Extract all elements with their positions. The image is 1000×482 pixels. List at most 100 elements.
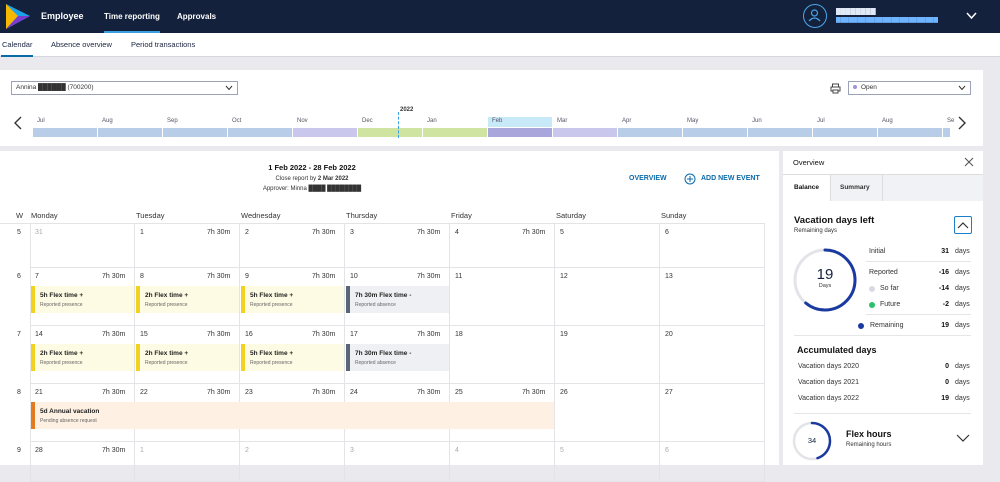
- calendar-day-cell[interactable]: [660, 224, 765, 268]
- timeline-month-label[interactable]: Sep: [167, 118, 178, 124]
- calendar-event[interactable]: 5h Flex time + Reported presence: [241, 286, 344, 313]
- user-menu-chevron-icon[interactable]: [966, 12, 977, 20]
- balance-row-unit: days: [955, 322, 970, 329]
- flex-hours-title: Flex hours: [846, 429, 892, 439]
- calendar-day-cell[interactable]: [660, 326, 765, 384]
- nav-approvals[interactable]: Approvals: [177, 0, 216, 33]
- timeline-month-label[interactable]: Aug: [102, 118, 113, 124]
- calendar-day-cell[interactable]: [450, 326, 555, 384]
- vacation-event[interactable]: 5d Annual vacation Pending absence reques…: [31, 402, 554, 429]
- calendar-day-cell[interactable]: [450, 442, 555, 482]
- timeline-month-bar[interactable]: [618, 128, 682, 137]
- timeline-month-bar[interactable]: [228, 128, 292, 137]
- close-icon[interactable]: [964, 157, 974, 167]
- calendar-day-cell[interactable]: [555, 224, 660, 268]
- calendar-event[interactable]: 7h 30m Flex time - Reported absence: [346, 344, 449, 371]
- timeline-month-label[interactable]: Jun: [752, 118, 762, 124]
- calendar-event[interactable]: 5h Flex time + Reported presence: [31, 286, 134, 313]
- timeline-month-bar[interactable]: [163, 128, 227, 137]
- add-new-event-button[interactable]: ADD NEW EVENT: [681, 172, 763, 186]
- tab-balance[interactable]: Balance: [783, 175, 831, 201]
- timeline-month-label[interactable]: Nov: [297, 118, 308, 124]
- calendar-day-cell[interactable]: [30, 224, 135, 268]
- timeline-month-bar[interactable]: [293, 128, 357, 137]
- chevron-down-icon: [225, 85, 233, 91]
- calendar-day-cell[interactable]: [345, 442, 450, 482]
- donut-unit: Days: [818, 283, 832, 289]
- expand-flex-chevron-icon[interactable]: [956, 434, 970, 443]
- timeline-month-bar[interactable]: [683, 128, 747, 137]
- timeline-month-bar[interactable]: [943, 128, 950, 137]
- timeline-month-bar[interactable]: [813, 128, 877, 137]
- calendar-day-cell[interactable]: [555, 384, 660, 442]
- timeline-month-label[interactable]: Feb: [492, 118, 502, 124]
- calendar-event[interactable]: 2h Flex time + Reported presence: [136, 286, 239, 313]
- calendar-day-cell[interactable]: [555, 326, 660, 384]
- event-status: Reported presence: [145, 360, 188, 366]
- app-title[interactable]: Employee: [41, 0, 84, 33]
- timeline-month-label[interactable]: May: [687, 118, 698, 124]
- tab-calendar[interactable]: Calendar: [1, 33, 34, 57]
- day-number: 5: [560, 229, 564, 236]
- calendar-day-cell[interactable]: [240, 442, 345, 482]
- nav-time-reporting[interactable]: Time reporting: [104, 0, 160, 33]
- calendar-day-cell[interactable]: [555, 442, 660, 482]
- event-status: Pending absence request: [40, 418, 97, 424]
- timeline-month-bar[interactable]: [33, 128, 97, 137]
- timeline-month-bar[interactable]: [358, 128, 422, 137]
- calendar-event[interactable]: 5h Flex time + Reported presence: [241, 344, 344, 371]
- timeline-month-label[interactable]: Jul: [817, 118, 825, 124]
- event-title: 2h Flex time +: [145, 292, 189, 299]
- timeline-month-label[interactable]: Apr: [622, 118, 631, 124]
- accumulated-row-label: Vacation days 2021: [798, 379, 859, 386]
- calendar-event[interactable]: 7h 30m Flex time - Reported absence: [346, 286, 449, 313]
- divider: [866, 314, 971, 315]
- calendar-event[interactable]: 2h Flex time + Reported presence: [136, 344, 239, 371]
- app-logo-icon: [6, 4, 30, 29]
- calendar-day-cell[interactable]: [660, 268, 765, 326]
- tab-absence-overview[interactable]: Absence overview: [51, 33, 112, 57]
- timeline-prev-icon[interactable]: [14, 116, 22, 130]
- timeline-month-bar[interactable]: [423, 128, 487, 137]
- timeline-month-label[interactable]: Dec: [362, 118, 373, 124]
- calendar-day-cell[interactable]: [135, 442, 240, 482]
- day-number: 13: [665, 273, 673, 280]
- event-title: 5h Flex time +: [250, 350, 294, 357]
- collapse-vacation-button[interactable]: [954, 216, 972, 234]
- timeline-month-label[interactable]: Jan: [427, 118, 437, 124]
- timeline-month-label[interactable]: Aug: [882, 118, 893, 124]
- timeline-month-bar[interactable]: [748, 128, 812, 137]
- tab-summary[interactable]: Summary: [831, 175, 883, 201]
- day-number: 7: [35, 273, 39, 280]
- timeline-month-bar[interactable]: [488, 128, 552, 137]
- plus-circle-icon: [684, 173, 696, 185]
- timeline-month-label[interactable]: Mar: [557, 118, 567, 124]
- calendar-day-cell[interactable]: [450, 268, 555, 326]
- scheduled-hours: 7h 30m: [102, 447, 126, 454]
- timeline-month-label[interactable]: Jul: [37, 118, 45, 124]
- calendar-day-cell[interactable]: [660, 384, 765, 442]
- calendar-event[interactable]: 2h Flex time + Reported presence: [31, 344, 134, 371]
- timeline-month-label[interactable]: Oct: [232, 118, 241, 124]
- approver-text: Approver: Minna ████ ████████: [262, 186, 362, 192]
- timeline-next-icon[interactable]: [958, 116, 966, 130]
- tab-period-transactions[interactable]: Period transactions: [131, 33, 195, 57]
- day-number: 16: [245, 331, 253, 338]
- overview-panel: Overview Balance Summary Vacation days l…: [783, 151, 983, 465]
- timeline-month-label[interactable]: Se: [947, 118, 954, 124]
- timeline-month-bar[interactable]: [553, 128, 617, 137]
- print-icon[interactable]: [830, 83, 841, 94]
- calendar-day-cell[interactable]: [555, 268, 660, 326]
- status-select[interactable]: Open: [848, 81, 971, 95]
- accumulated-row-value: 0: [945, 363, 949, 370]
- scheduled-hours: 7h 30m: [417, 273, 441, 280]
- timeline-month-bar[interactable]: [98, 128, 162, 137]
- employee-select[interactable]: Annina ██████ (700200): [11, 81, 238, 95]
- user-avatar-icon[interactable]: [803, 4, 827, 28]
- overview-link[interactable]: OVERVIEW: [629, 175, 667, 182]
- status-dot: [853, 85, 857, 90]
- vacation-days-title: Vacation days left: [794, 215, 875, 226]
- scheduled-hours: 7h 30m: [522, 229, 546, 236]
- calendar-day-cell[interactable]: [660, 442, 765, 482]
- timeline-month-bar[interactable]: [878, 128, 942, 137]
